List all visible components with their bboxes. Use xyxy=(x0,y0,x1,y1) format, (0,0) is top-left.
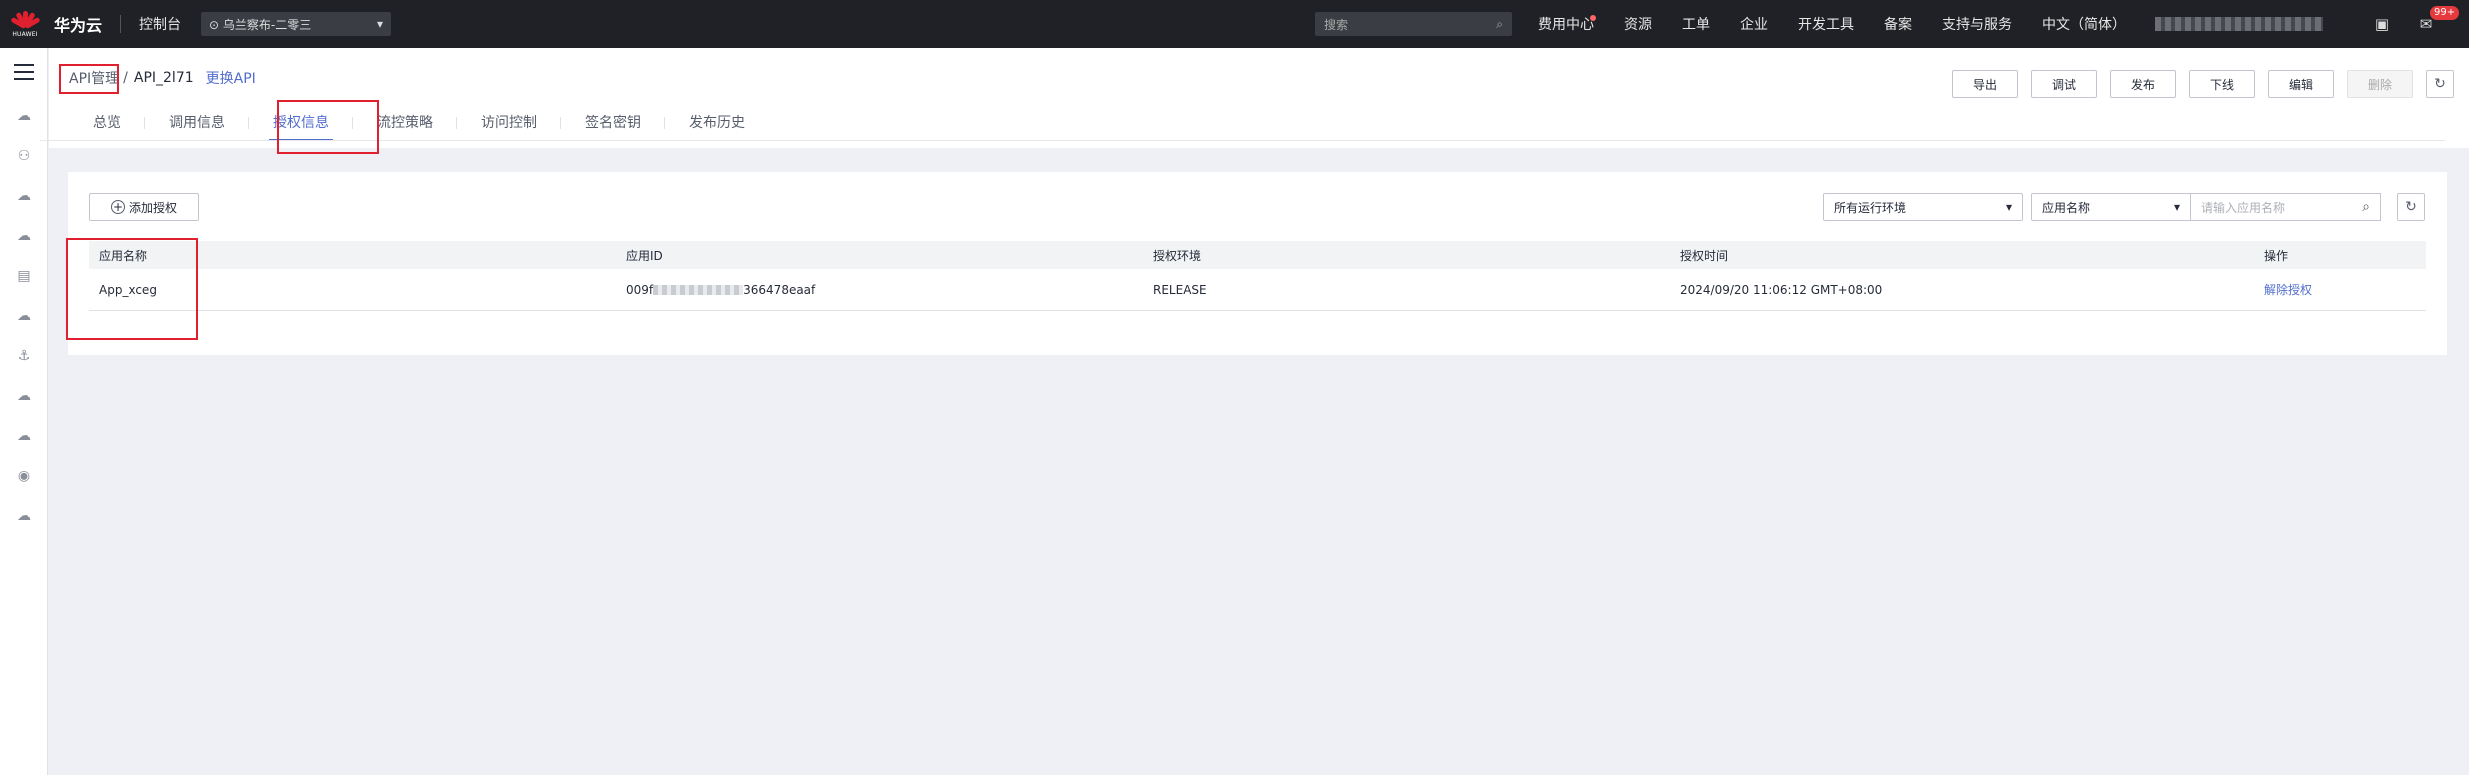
chevron-down-icon: ▾ xyxy=(376,17,384,31)
user-account-blurred[interactable] xyxy=(2155,17,2323,31)
add-authorization-label: 添加授权 xyxy=(128,200,177,215)
tab-label: 总览 xyxy=(93,115,121,131)
app-id-cell: 009f 366478eaaf xyxy=(626,269,815,310)
terminal-icon[interactable]: ▣ xyxy=(2372,14,2392,34)
breadcrumb-current-api: API_2l71 xyxy=(133,70,194,86)
publish-button[interactable]: 发布 xyxy=(2110,70,2176,98)
edit-button[interactable]: 编辑 xyxy=(2268,70,2334,98)
tab-label: 签名密钥 xyxy=(585,115,641,131)
auth-env-cell: RELEASE xyxy=(1153,282,1207,297)
export-button[interactable]: 导出 xyxy=(1952,70,2018,98)
logo-petals-icon xyxy=(10,10,41,29)
app-id-blurred xyxy=(653,284,744,295)
tab-access-control[interactable]: 访问控制 xyxy=(457,113,561,141)
table-refresh-icon[interactable]: ↻ xyxy=(2397,193,2425,221)
nav-billing[interactable]: 费用中心 xyxy=(1538,14,1594,34)
add-authorization-button[interactable]: + 添加授权 xyxy=(89,193,199,221)
highlight-app-name xyxy=(66,238,198,340)
search-icon[interactable]: ⌕ xyxy=(2362,199,2370,215)
nav-support[interactable]: 支持与服务 xyxy=(1942,14,2012,34)
search-icon[interactable]: ⌕ xyxy=(1496,17,1503,32)
refresh-icon[interactable]: ↻ xyxy=(2426,70,2454,98)
region-selector[interactable]: ⊙ 乌兰察布-二零三 ▾ xyxy=(201,12,392,36)
tab-divider xyxy=(40,140,2445,141)
debug-button[interactable]: 调试 xyxy=(2031,70,2097,98)
nav-resources[interactable]: 资源 xyxy=(1624,14,1652,34)
cloud-storage-icon[interactable]: ☁ xyxy=(14,226,34,246)
col-auth-time: 授权时间 xyxy=(1680,248,1729,263)
tab-label: 访问控制 xyxy=(481,115,537,131)
breadcrumb-separator: / xyxy=(123,70,128,86)
col-auth-env: 授权环境 xyxy=(1153,248,1202,263)
table-header: 应用名称 应用ID 授权环境 授权时间 操作 xyxy=(89,241,2426,269)
notification-badge: 99+ xyxy=(2430,6,2460,20)
delete-button[interactable]: 删除 xyxy=(2347,70,2413,98)
cloud-more-icon[interactable]: ☁ xyxy=(14,386,34,406)
highlight-api-management xyxy=(59,64,119,94)
nav-tickets[interactable]: 工单 xyxy=(1682,14,1710,34)
region-name: 乌兰察布-二零三 xyxy=(222,17,312,32)
left-sidebar: ☁ ⚇ ☁ ☁ ▤ ☁ ⚓ ☁ ☁ ◉ ☁ xyxy=(0,48,48,775)
offline-button[interactable]: 下线 xyxy=(2189,70,2255,98)
cloud-dots-icon[interactable]: ☁ xyxy=(14,506,34,526)
environment-value: 所有运行环境 xyxy=(1834,200,1907,215)
cluster-icon[interactable]: ⚇ xyxy=(14,146,34,166)
search-field-value: 应用名称 xyxy=(2042,200,2091,215)
page-header: API管理 / API_2l71 更换API 导出 调试 发布 下线 编辑 删除… xyxy=(49,48,2469,148)
cloud-outline-icon[interactable]: ☁ xyxy=(14,306,34,326)
tab-publish-history[interactable]: 发布历史 xyxy=(665,113,769,141)
location-icon: ⊙ xyxy=(209,17,223,32)
brand-name[interactable]: 华为云 xyxy=(54,12,102,36)
tab-signature-key[interactable]: 签名密钥 xyxy=(561,113,665,141)
tab-overview[interactable]: 总览 xyxy=(69,113,145,141)
nav-dev-tools[interactable]: 开发工具 xyxy=(1798,14,1854,34)
document-icon[interactable]: ▤ xyxy=(14,266,34,286)
col-operation: 操作 xyxy=(2264,248,2289,263)
table-row: App_xceg 009f 366478eaaf RELEASE 2024/09… xyxy=(89,269,2426,311)
highlight-authorization-tab xyxy=(277,100,379,154)
caret-down-icon: ▾ xyxy=(2173,200,2180,214)
col-app-id: 应用ID xyxy=(626,248,663,263)
caret-down-icon: ▾ xyxy=(2005,200,2012,214)
logo-text: HUAWEI xyxy=(12,30,38,38)
cloud-service-icon[interactable]: ☁ xyxy=(14,186,34,206)
cloud-list-icon[interactable]: ☁ xyxy=(14,426,34,446)
authorization-card: + 添加授权 所有运行环境 ▾ 应用名称 ▾ 请输入应用名称 ⌕ ↻ 应用名称 … xyxy=(68,172,2447,355)
app-id-prefix: 009f xyxy=(626,282,654,297)
huawei-logo[interactable]: HUAWEI xyxy=(0,0,50,48)
ip-icon[interactable]: ◉ xyxy=(14,466,34,486)
search-input-placeholder: 请输入应用名称 xyxy=(2201,200,2286,215)
search-field-select[interactable]: 应用名称 ▾ xyxy=(2031,193,2191,221)
action-buttons: 导出 调试 发布 下线 编辑 删除 ↻ xyxy=(1952,70,2454,98)
environment-select[interactable]: 所有运行环境 ▾ xyxy=(1823,193,2023,221)
change-api-link[interactable]: 更换API xyxy=(206,68,256,88)
nav-icp[interactable]: 备案 xyxy=(1884,14,1912,34)
nav-enterprise[interactable]: 企业 xyxy=(1740,14,1768,34)
divider xyxy=(120,15,122,33)
search-placeholder: 搜索 xyxy=(1324,17,1349,32)
tab-label: 发布历史 xyxy=(689,115,745,131)
tab-label: 调用信息 xyxy=(169,115,225,131)
anchor-icon[interactable]: ⚓ xyxy=(14,346,34,366)
notification-dot xyxy=(1590,15,1596,21)
menu-icon[interactable] xyxy=(14,64,34,80)
tab-invocation[interactable]: 调用信息 xyxy=(145,113,249,141)
tab-label: 流控策略 xyxy=(377,115,433,131)
nav-language[interactable]: 中文（简体） xyxy=(2042,14,2126,34)
app-name-search-input[interactable]: 请输入应用名称 ⌕ xyxy=(2191,193,2381,221)
global-search-input[interactable]: 搜索 ⌕ xyxy=(1315,12,1512,36)
auth-time-cell: 2024/09/20 11:06:12 GMT+08:00 xyxy=(1680,282,1883,297)
cloud-home-icon[interactable]: ☁ xyxy=(14,106,34,126)
top-nav-links: 费用中心 资源 工单 企业 开发工具 备案 支持与服务 中文（简体） xyxy=(1538,0,2156,48)
plus-circle-icon: + xyxy=(110,200,125,214)
console-link[interactable]: 控制台 xyxy=(139,14,181,34)
tab-bar: 总览 调用信息 授权信息 流控策略 访问控制 签名密钥 发布历史 xyxy=(69,113,769,143)
app-id-suffix: 366478eaaf xyxy=(743,282,816,297)
revoke-authorization-link[interactable]: 解除授权 xyxy=(2264,269,2312,310)
